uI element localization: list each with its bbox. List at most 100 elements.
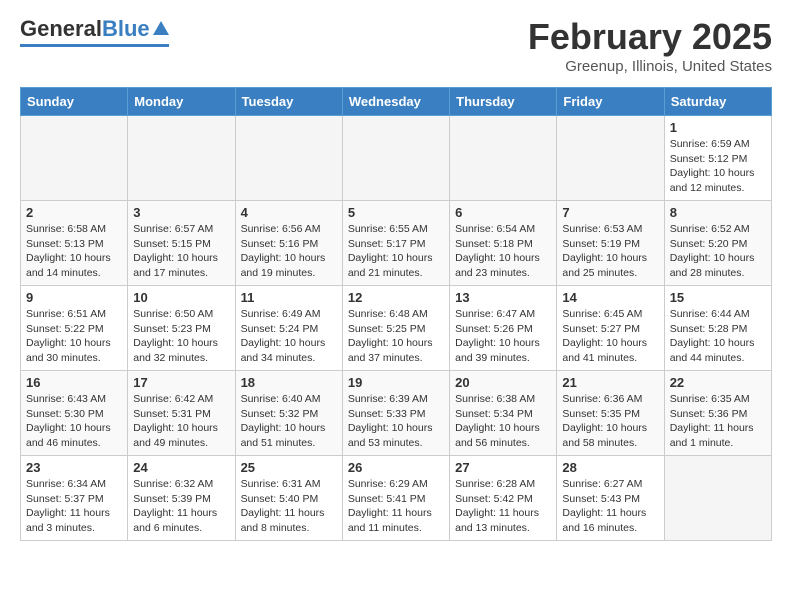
- week-row-4: 16 Sunrise: 6:43 AM Sunset: 5:30 PM Dayli…: [21, 371, 772, 456]
- day-number: 1: [670, 120, 766, 135]
- col-sunday: Sunday: [21, 88, 128, 116]
- day-number: 7: [562, 205, 658, 220]
- day-info: Sunrise: 6:35 AM Sunset: 5:36 PM Dayligh…: [670, 392, 766, 451]
- calendar-cell: [450, 116, 557, 201]
- day-number: 8: [670, 205, 766, 220]
- subtitle: Greenup, Illinois, United States: [528, 58, 772, 75]
- day-info: Sunrise: 6:42 AM Sunset: 5:31 PM Dayligh…: [133, 392, 229, 451]
- calendar-cell: [664, 456, 771, 541]
- calendar-cell: 28 Sunrise: 6:27 AM Sunset: 5:43 PM Dayli…: [557, 456, 664, 541]
- calendar-cell: 18 Sunrise: 6:40 AM Sunset: 5:32 PM Dayli…: [235, 371, 342, 456]
- col-tuesday: Tuesday: [235, 88, 342, 116]
- day-number: 12: [348, 290, 444, 305]
- calendar-cell: 26Sunrise: 6:29 AM Sunset: 5:41 PM Dayli…: [342, 456, 449, 541]
- day-info: Sunrise: 6:57 AM Sunset: 5:15 PM Dayligh…: [133, 222, 229, 281]
- calendar-cell: 3 Sunrise: 6:57 AM Sunset: 5:15 PM Daylig…: [128, 201, 235, 286]
- col-thursday: Thursday: [450, 88, 557, 116]
- day-number: 14: [562, 290, 658, 305]
- calendar-cell: 12 Sunrise: 6:48 AM Sunset: 5:25 PM Dayli…: [342, 286, 449, 371]
- day-info: Sunrise: 6:48 AM Sunset: 5:25 PM Dayligh…: [348, 307, 444, 366]
- day-number: 17: [133, 375, 229, 390]
- week-row-5: 23 Sunrise: 6:34 AM Sunset: 5:37 PM Dayli…: [21, 456, 772, 541]
- day-info: Sunrise: 6:49 AM Sunset: 5:24 PM Dayligh…: [241, 307, 337, 366]
- calendar-cell: 10 Sunrise: 6:50 AM Sunset: 5:23 PM Dayli…: [128, 286, 235, 371]
- day-number: 20: [455, 375, 551, 390]
- day-number: 24: [133, 460, 229, 475]
- day-number: 2: [26, 205, 122, 220]
- day-number: 28: [562, 460, 658, 475]
- day-info: Sunrise: 6:39 AM Sunset: 5:33 PM Dayligh…: [348, 392, 444, 451]
- day-number: 10: [133, 290, 229, 305]
- day-number: 11: [241, 290, 337, 305]
- week-row-2: 2 Sunrise: 6:58 AM Sunset: 5:13 PM Daylig…: [21, 201, 772, 286]
- calendar-cell: 25 Sunrise: 6:31 AM Sunset: 5:40 PM Dayli…: [235, 456, 342, 541]
- logo-general: General: [20, 16, 102, 42]
- calendar-header-row: Sunday Monday Tuesday Wednesday Thursday…: [21, 88, 772, 116]
- main-title: February 2025: [528, 16, 772, 58]
- calendar-cell: 14Sunrise: 6:45 AM Sunset: 5:27 PM Dayli…: [557, 286, 664, 371]
- day-info: Sunrise: 6:32 AM Sunset: 5:39 PM Dayligh…: [133, 477, 229, 536]
- calendar-cell: [342, 116, 449, 201]
- week-row-3: 9 Sunrise: 6:51 AM Sunset: 5:22 PM Daylig…: [21, 286, 772, 371]
- day-number: 23: [26, 460, 122, 475]
- day-number: 25: [241, 460, 337, 475]
- logo: GeneralBlue: [20, 16, 169, 47]
- day-number: 16: [26, 375, 122, 390]
- title-section: February 2025 Greenup, Illinois, United …: [528, 16, 772, 75]
- calendar-cell: [235, 116, 342, 201]
- day-number: 4: [241, 205, 337, 220]
- day-number: 18: [241, 375, 337, 390]
- calendar-cell: 2 Sunrise: 6:58 AM Sunset: 5:13 PM Daylig…: [21, 201, 128, 286]
- calendar-cell: 11 Sunrise: 6:49 AM Sunset: 5:24 PM Dayli…: [235, 286, 342, 371]
- day-info: Sunrise: 6:31 AM Sunset: 5:40 PM Dayligh…: [241, 477, 337, 536]
- day-number: 21: [562, 375, 658, 390]
- logo-triangle-icon: [153, 21, 169, 35]
- day-number: 27: [455, 460, 551, 475]
- week-row-1: 1Sunrise: 6:59 AM Sunset: 5:12 PM Daylig…: [21, 116, 772, 201]
- day-number: 3: [133, 205, 229, 220]
- day-info: Sunrise: 6:40 AM Sunset: 5:32 PM Dayligh…: [241, 392, 337, 451]
- calendar-cell: 9 Sunrise: 6:51 AM Sunset: 5:22 PM Daylig…: [21, 286, 128, 371]
- logo-line: [20, 44, 169, 47]
- day-info: Sunrise: 6:43 AM Sunset: 5:30 PM Dayligh…: [26, 392, 122, 451]
- day-info: Sunrise: 6:51 AM Sunset: 5:22 PM Dayligh…: [26, 307, 122, 366]
- calendar-cell: 15Sunrise: 6:44 AM Sunset: 5:28 PM Dayli…: [664, 286, 771, 371]
- header: GeneralBlue February 2025 Greenup, Illin…: [20, 16, 772, 75]
- calendar: Sunday Monday Tuesday Wednesday Thursday…: [20, 87, 772, 541]
- day-info: Sunrise: 6:52 AM Sunset: 5:20 PM Dayligh…: [670, 222, 766, 281]
- calendar-cell: 23 Sunrise: 6:34 AM Sunset: 5:37 PM Dayli…: [21, 456, 128, 541]
- day-number: 19: [348, 375, 444, 390]
- day-info: Sunrise: 6:56 AM Sunset: 5:16 PM Dayligh…: [241, 222, 337, 281]
- day-info: Sunrise: 6:27 AM Sunset: 5:43 PM Dayligh…: [562, 477, 658, 536]
- col-saturday: Saturday: [664, 88, 771, 116]
- col-wednesday: Wednesday: [342, 88, 449, 116]
- col-monday: Monday: [128, 88, 235, 116]
- day-info: Sunrise: 6:47 AM Sunset: 5:26 PM Dayligh…: [455, 307, 551, 366]
- day-number: 22: [670, 375, 766, 390]
- col-friday: Friday: [557, 88, 664, 116]
- day-info: Sunrise: 6:34 AM Sunset: 5:37 PM Dayligh…: [26, 477, 122, 536]
- day-info: Sunrise: 6:50 AM Sunset: 5:23 PM Dayligh…: [133, 307, 229, 366]
- day-number: 6: [455, 205, 551, 220]
- calendar-cell: [128, 116, 235, 201]
- calendar-cell: 5 Sunrise: 6:55 AM Sunset: 5:17 PM Daylig…: [342, 201, 449, 286]
- calendar-cell: 7Sunrise: 6:53 AM Sunset: 5:19 PM Daylig…: [557, 201, 664, 286]
- day-info: Sunrise: 6:28 AM Sunset: 5:42 PM Dayligh…: [455, 477, 551, 536]
- logo-blue: Blue: [102, 16, 150, 42]
- day-number: 15: [670, 290, 766, 305]
- calendar-cell: [557, 116, 664, 201]
- calendar-cell: 20 Sunrise: 6:38 AM Sunset: 5:34 PM Dayli…: [450, 371, 557, 456]
- calendar-cell: 21 Sunrise: 6:36 AM Sunset: 5:35 PM Dayli…: [557, 371, 664, 456]
- day-info: Sunrise: 6:38 AM Sunset: 5:34 PM Dayligh…: [455, 392, 551, 451]
- day-info: Sunrise: 6:29 AM Sunset: 5:41 PM Dayligh…: [348, 477, 444, 536]
- page: GeneralBlue February 2025 Greenup, Illin…: [0, 0, 792, 557]
- day-info: Sunrise: 6:58 AM Sunset: 5:13 PM Dayligh…: [26, 222, 122, 281]
- day-info: Sunrise: 6:36 AM Sunset: 5:35 PM Dayligh…: [562, 392, 658, 451]
- calendar-cell: 22 Sunrise: 6:35 AM Sunset: 5:36 PM Dayli…: [664, 371, 771, 456]
- calendar-cell: [21, 116, 128, 201]
- calendar-cell: 13Sunrise: 6:47 AM Sunset: 5:26 PM Dayli…: [450, 286, 557, 371]
- day-number: 9: [26, 290, 122, 305]
- day-number: 5: [348, 205, 444, 220]
- day-info: Sunrise: 6:55 AM Sunset: 5:17 PM Dayligh…: [348, 222, 444, 281]
- day-info: Sunrise: 6:54 AM Sunset: 5:18 PM Dayligh…: [455, 222, 551, 281]
